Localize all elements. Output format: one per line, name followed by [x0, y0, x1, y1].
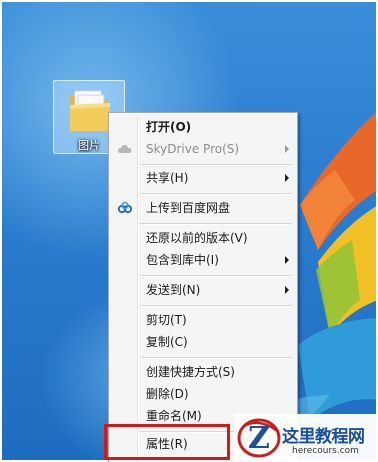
- menu-item-label: 删除(D): [146, 387, 189, 401]
- submenu-arrow-icon: [285, 256, 289, 264]
- menu-item-share[interactable]: 共享(H): [111, 167, 295, 189]
- menu-item-label: 创建快捷方式(S): [146, 365, 235, 379]
- watermark-url: herecours.com: [292, 446, 359, 456]
- context-menu: 打开(O) SkyDrive Pro(S) 共享(H) 上传到百度网盘 还原以前…: [108, 112, 298, 462]
- menu-item-label: 上传到百度网盘: [146, 201, 231, 215]
- menu-separator: [140, 164, 292, 166]
- watermark-title: 这里教程网: [282, 427, 365, 447]
- menu-item-delete[interactable]: 删除(D): [111, 383, 295, 405]
- menu-item-skydrive-pro: SkyDrive Pro(S): [111, 138, 295, 160]
- menu-item-label: 发送到(N): [146, 283, 201, 297]
- svg-text:Z: Z: [248, 421, 270, 456]
- menu-separator: [140, 357, 292, 359]
- menu-item-label: 打开(O): [146, 120, 192, 134]
- properties-highlight-box: [104, 424, 230, 460]
- baidu-netdisk-icon: [117, 200, 133, 222]
- menu-item-label: 剪切(T): [146, 313, 187, 327]
- submenu-arrow-icon: [285, 174, 289, 182]
- menu-separator: [140, 193, 292, 195]
- menu-item-create-shortcut[interactable]: 创建快捷方式(S): [111, 361, 295, 383]
- menu-separator: [140, 275, 292, 277]
- menu-item-send-to[interactable]: 发送到(N): [111, 279, 295, 301]
- menu-separator: [140, 305, 292, 307]
- menu-separator: [140, 223, 292, 225]
- skydrive-cloud-icon: [117, 141, 133, 163]
- menu-item-include-in-library[interactable]: 包含到库中(I): [111, 249, 295, 271]
- site-watermark: Z 这里教程网 herecours.com: [234, 414, 378, 462]
- menu-item-label: 包含到库中(I): [146, 253, 219, 267]
- menu-item-copy[interactable]: 复制(C): [111, 331, 295, 353]
- menu-item-open[interactable]: 打开(O): [111, 116, 295, 138]
- menu-item-label: 复制(C): [146, 335, 188, 349]
- watermark-logo-icon: Z: [237, 418, 281, 458]
- folder-icon: [70, 90, 110, 131]
- submenu-arrow-icon: [285, 145, 289, 153]
- menu-item-label: 共享(H): [146, 171, 189, 185]
- submenu-arrow-icon: [285, 286, 289, 294]
- menu-item-upload-baidu[interactable]: 上传到百度网盘: [111, 197, 295, 219]
- menu-item-label: 还原以前的版本(V): [146, 231, 248, 245]
- menu-item-restore-versions[interactable]: 还原以前的版本(V): [111, 227, 295, 249]
- menu-item-cut[interactable]: 剪切(T): [111, 309, 295, 331]
- menu-item-label: SkyDrive Pro(S): [146, 142, 240, 156]
